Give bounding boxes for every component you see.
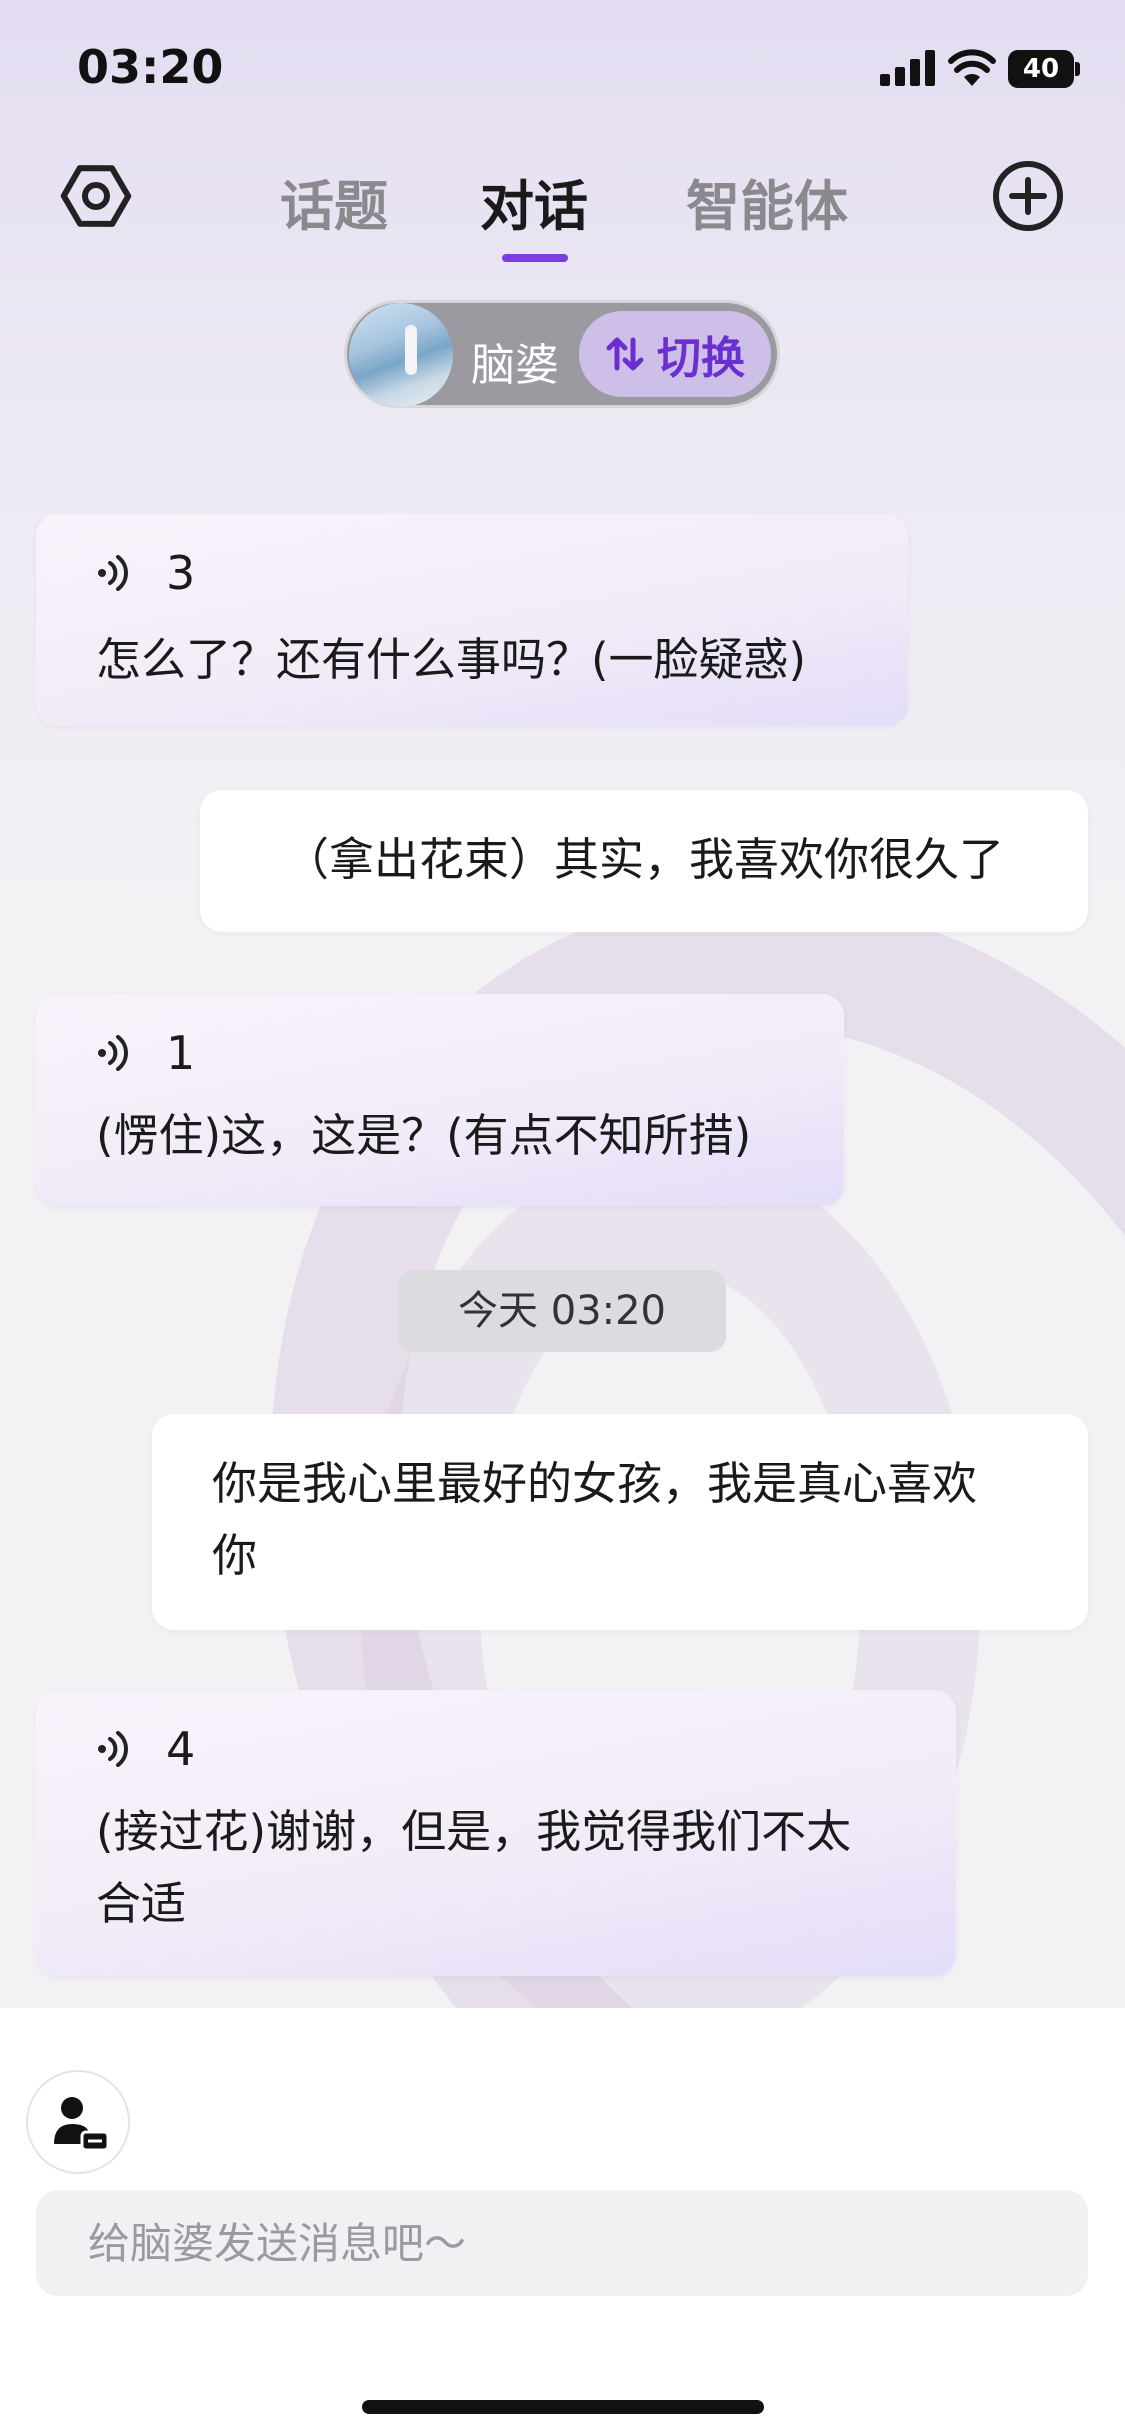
home-indicator xyxy=(362,2400,764,2414)
add-icon[interactable] xyxy=(990,158,1066,234)
bot-message[interactable]: 3 怎么了？还有什么事吗？(一脸疑惑) xyxy=(36,514,908,726)
status-bar: 03:20 40 xyxy=(0,0,1125,135)
character-switcher[interactable]: 脑婆 切换 xyxy=(344,300,780,408)
tab-chat[interactable]: 对话 xyxy=(480,162,588,241)
battery-icon: 40 xyxy=(1008,50,1080,88)
message-text: 怎么了？还有什么事吗？(一脸疑惑) xyxy=(96,633,807,686)
bot-message[interactable]: 1 (愣住)这，这是？(有点不知所措) xyxy=(36,994,844,1206)
voice-duration: 3 xyxy=(166,546,196,600)
tab-topic[interactable]: 话题 xyxy=(280,162,388,241)
time-divider: 今天 03:20 xyxy=(398,1270,726,1352)
voice-icon xyxy=(98,1731,128,1767)
active-tab-indicator xyxy=(502,254,568,262)
character-name: 脑婆 xyxy=(471,340,559,391)
message-text: （拿出花束）其实，我喜欢你很久了 xyxy=(284,833,1005,886)
top-navigation: 话题 对话 智能体 xyxy=(0,140,1125,270)
composer-area xyxy=(0,2008,1125,2436)
message-text-line: 合适 xyxy=(96,1877,187,1930)
bot-message[interactable]: 4 (接过花)谢谢，但是，我觉得我们不太 合适 xyxy=(36,1690,956,1976)
status-time: 03:20 xyxy=(77,40,224,94)
tab-agent[interactable]: 智能体 xyxy=(686,162,848,241)
voice-play-button[interactable]: 4 xyxy=(96,1722,196,1776)
message-text: (愣住)这，这是？(有点不知所措) xyxy=(96,1109,752,1162)
user-message[interactable]: 你是我心里最好的女孩，我是真心喜欢 你 xyxy=(152,1414,1088,1630)
message-text-line: 你 xyxy=(212,1529,258,1582)
cellular-signal-icon xyxy=(880,50,936,86)
voice-duration: 4 xyxy=(166,1722,196,1776)
user-card-icon xyxy=(54,2097,110,2152)
voice-duration: 1 xyxy=(166,1026,196,1080)
settings-icon[interactable] xyxy=(58,158,134,234)
persona-button[interactable] xyxy=(26,2070,130,2174)
message-text-line: (接过花)谢谢，但是，我觉得我们不太 xyxy=(96,1805,852,1858)
voice-play-button[interactable]: 3 xyxy=(96,546,196,600)
voice-play-button[interactable]: 1 xyxy=(96,1026,196,1080)
battery-level: 40 xyxy=(1008,50,1074,88)
message-input[interactable] xyxy=(36,2190,1088,2296)
message-text-line: 你是我心里最好的女孩，我是真心喜欢 xyxy=(212,1457,978,1510)
swap-icon xyxy=(606,337,644,371)
switch-label: 切换 xyxy=(657,333,745,384)
voice-icon xyxy=(98,1035,128,1071)
user-message[interactable]: （拿出花束）其实，我喜欢你很久了 xyxy=(200,790,1088,932)
switch-character-button[interactable]: 切换 xyxy=(579,311,771,397)
wifi-icon xyxy=(948,49,996,86)
voice-icon xyxy=(98,555,128,591)
character-avatar[interactable] xyxy=(349,303,453,407)
